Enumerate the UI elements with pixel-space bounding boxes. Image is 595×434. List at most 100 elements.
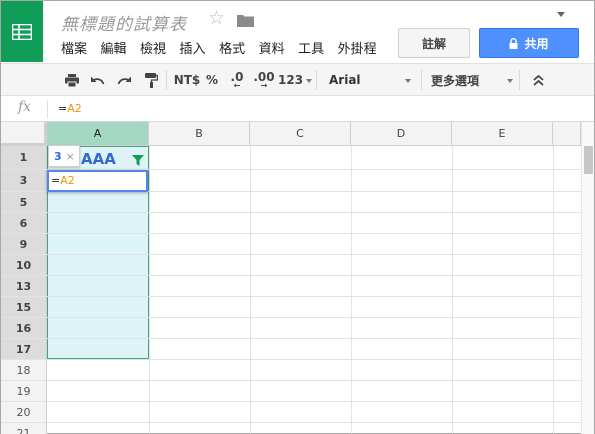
gridline (47, 317, 581, 318)
menu-view[interactable]: 檢視 (140, 38, 166, 57)
lock-icon (509, 37, 518, 49)
formula-input[interactable]: =A2 (58, 102, 82, 115)
row-header[interactable]: 3 (1, 170, 47, 192)
gridline (553, 146, 554, 434)
undo-button[interactable] (86, 64, 108, 96)
row-header[interactable]: 10 (1, 255, 47, 276)
star-icon[interactable]: ☆ (208, 9, 225, 28)
column-header-c[interactable]: C (250, 122, 351, 146)
gridline (452, 146, 453, 434)
currency-format-button[interactable]: NT$ (173, 64, 201, 96)
menu-tools[interactable]: 工具 (298, 38, 324, 57)
comment-button[interactable]: 註解 (398, 28, 470, 58)
tooltip-number: 3 (54, 149, 62, 163)
gridline (47, 254, 581, 255)
undo-icon (90, 76, 104, 85)
percent-format-label: % (205, 73, 219, 87)
share-button-label: 共用 (524, 36, 549, 51)
row-header[interactable]: 6 (1, 213, 47, 234)
gridline (47, 275, 581, 276)
close-icon[interactable]: × (66, 150, 75, 163)
gridline (47, 359, 581, 360)
gridline (250, 146, 251, 434)
row-header[interactable]: 17 (1, 339, 47, 360)
more-options-dropdown[interactable]: 更多選項 (431, 64, 515, 96)
paint-format-button[interactable] (140, 64, 162, 96)
row-header[interactable]: 13 (1, 276, 47, 297)
decrease-decimal-button[interactable]: .0 ← (226, 64, 248, 96)
folder-icon[interactable] (237, 14, 254, 27)
font-family-label: Arial (329, 73, 361, 87)
row-header[interactable]: 9 (1, 234, 47, 255)
gridline (149, 146, 150, 434)
toolbar-divider (421, 70, 422, 90)
row-header[interactable]: 1 (1, 146, 47, 170)
scrollbar-thumb[interactable] (584, 146, 593, 174)
column-header-b[interactable]: B (149, 122, 250, 146)
share-button[interactable]: 共用 (479, 28, 579, 58)
row-header[interactable]: 20 (1, 402, 47, 423)
sheets-logo[interactable] (1, 1, 43, 62)
toolbar-divider (166, 70, 167, 90)
chevron-down-icon (306, 79, 312, 83)
row-header[interactable]: 21 (1, 423, 47, 434)
arrow-left-icon: ← (233, 80, 241, 90)
formula-divider (47, 100, 48, 118)
row-header[interactable]: 5 (1, 192, 47, 213)
comment-button-label: 註解 (421, 36, 446, 51)
more-options-label: 更多選項 (431, 73, 480, 88)
column-header-a[interactable]: A (47, 122, 149, 146)
row-tooltip: 3 × (48, 145, 80, 167)
row-header[interactable]: 15 (1, 297, 47, 318)
row-header[interactable]: 16 (1, 318, 47, 339)
cell-a1[interactable]: AAA (81, 150, 116, 168)
toolbar-divider (519, 70, 520, 90)
edit-cell-ref: A2 (60, 174, 75, 187)
menu-addons[interactable]: 外掛程式 (338, 38, 376, 57)
gridline (47, 233, 581, 234)
gridline (47, 296, 581, 297)
gridline (47, 380, 581, 381)
document-title[interactable]: 無標題的試算表 (61, 10, 187, 35)
chevron-down-icon (507, 79, 513, 83)
column-header-e[interactable]: E (452, 122, 553, 146)
formula-eq: = (58, 102, 68, 115)
filter-icon[interactable] (132, 155, 144, 166)
currency-format-label: NT$ (173, 73, 201, 87)
column-header-f[interactable] (553, 122, 581, 146)
column-header-d[interactable]: D (351, 122, 452, 146)
menu-edit[interactable]: 編輯 (101, 38, 127, 57)
toolbar-divider (316, 70, 317, 90)
menu-file[interactable]: 檔案 (61, 38, 87, 57)
formula-bar: fx =A2 (1, 96, 594, 122)
collapse-toolbar-button[interactable] (529, 64, 547, 96)
percent-format-button[interactable]: % (203, 64, 221, 96)
collapse-caret-icon[interactable] (557, 12, 565, 17)
increase-decimal-button[interactable]: .00 → (252, 64, 276, 96)
print-button[interactable] (61, 64, 83, 96)
font-family-dropdown[interactable]: Arial (329, 64, 415, 96)
chevron-down-icon (405, 79, 411, 83)
gridline (47, 338, 581, 339)
edit-cell-eq: = (51, 174, 61, 187)
row-header[interactable]: 18 (1, 360, 47, 381)
menu-format[interactable]: 格式 (219, 38, 245, 57)
menu-bar: 檔案 編輯 檢視 插入 格式 資料 工具 外掛程式 (61, 38, 376, 57)
spreadsheet-grid[interactable]: A B C D E 1 3 5 6 9 10 13 15 16 17 18 19… (1, 122, 581, 434)
print-icon (65, 73, 79, 87)
paint-format-icon (144, 72, 158, 88)
redo-button[interactable] (113, 64, 135, 96)
active-cell-editor[interactable]: =A2 (47, 170, 148, 192)
sheets-icon (12, 23, 32, 40)
arrow-right-icon: → (260, 80, 268, 90)
menu-insert[interactable]: 插入 (180, 38, 206, 57)
toolbar: NT$ % .0 ← .00 → 123 Arial 更多選項 (1, 63, 594, 96)
number-format-dropdown[interactable]: 123 (278, 64, 312, 96)
app-header: 無標題的試算表 ☆ 檔案 編輯 檢視 插入 格式 資料 工具 外掛程式 註解 共… (1, 1, 594, 63)
select-all-corner[interactable] (1, 122, 47, 146)
menu-data[interactable]: 資料 (259, 38, 285, 57)
number-format-label: 123 (278, 73, 304, 87)
row-header[interactable]: 19 (1, 381, 47, 402)
gridline (47, 401, 581, 402)
gridline (47, 422, 581, 423)
